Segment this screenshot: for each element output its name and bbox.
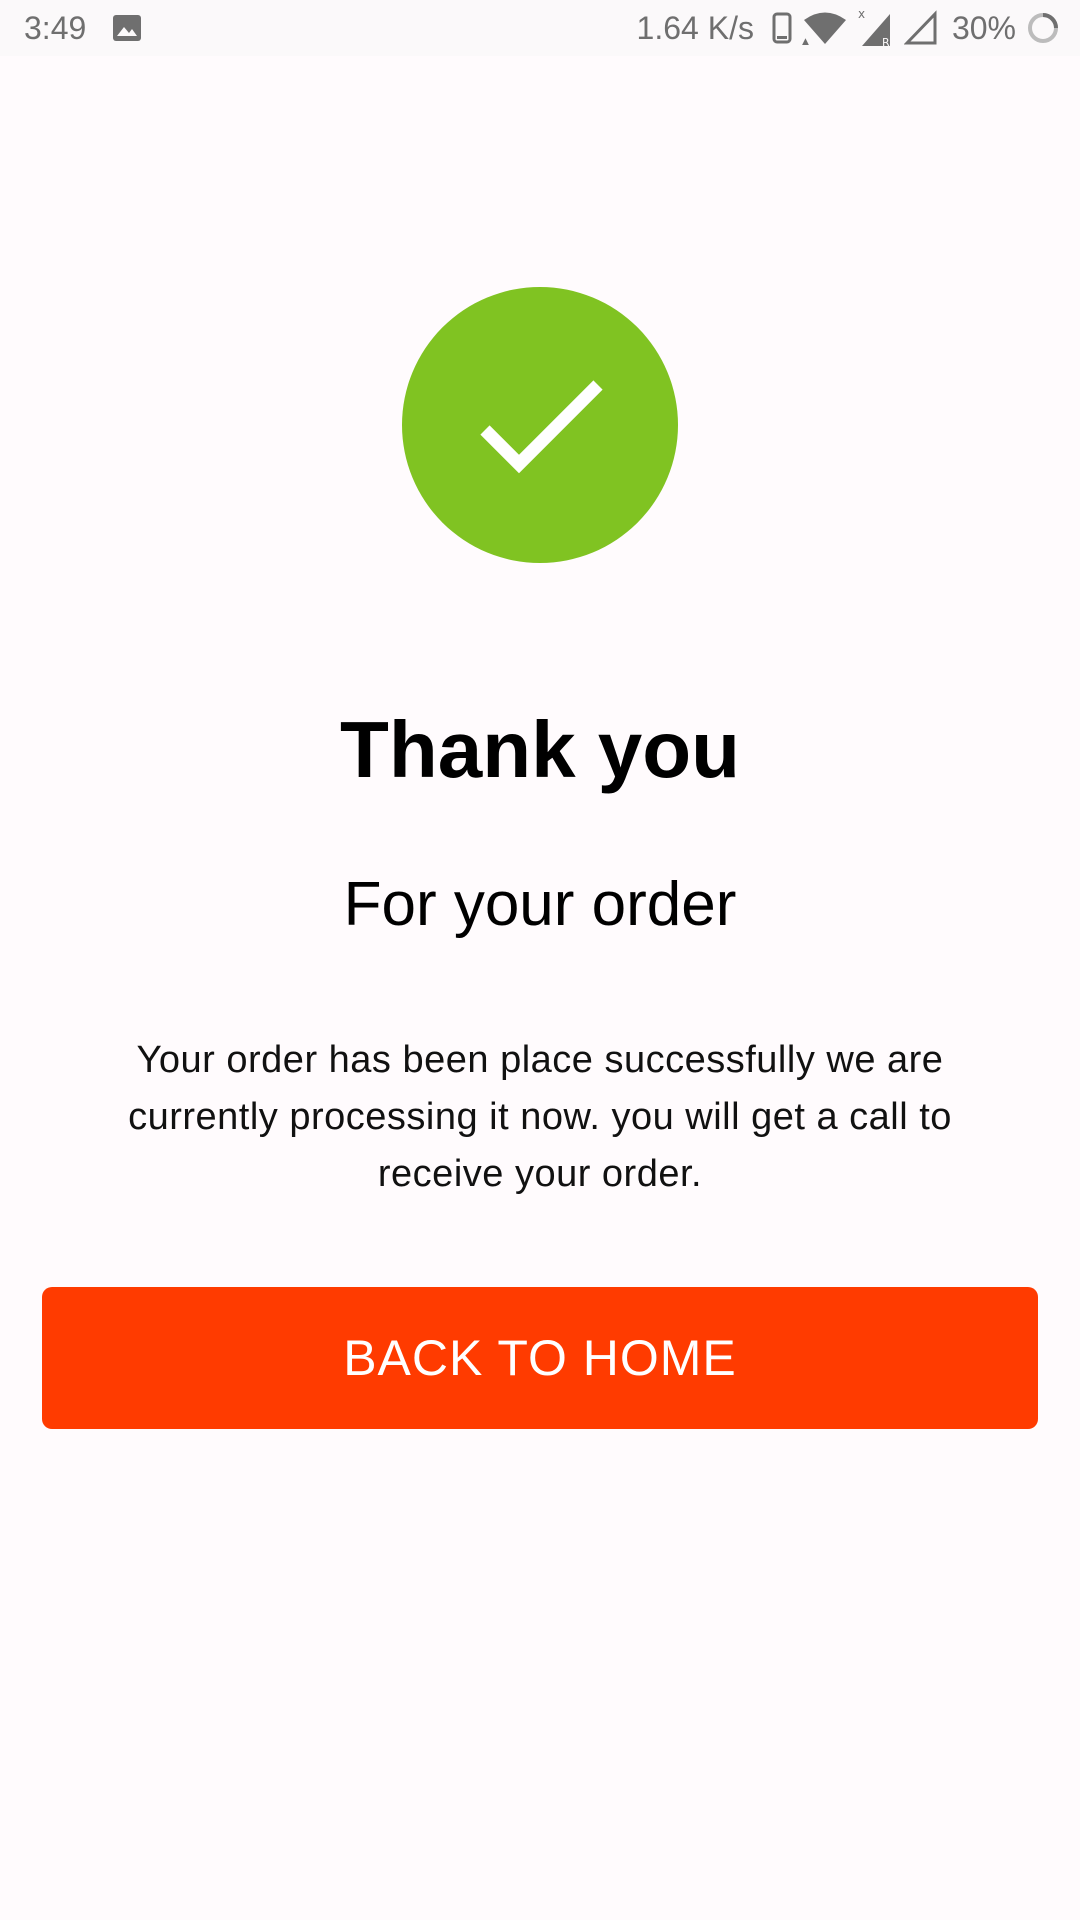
page-title: Thank you [339,705,741,794]
battery-percent: 30% [951,10,1016,46]
confirmation-message: Your order has been place successfully w… [128,1039,952,1195]
status-icons: 1.64 K/s ▲ x R 30% [637,6,1060,50]
battery-loading-icon [1028,13,1058,43]
svg-text:R: R [882,36,890,48]
check-circle-icon [402,287,678,563]
order-success-screen: 3:49 1.64 K/s ▲ x R 30% Thank you For yo… [0,0,1080,1920]
svg-text:▲: ▲ [802,37,809,45]
status-time: 3:49 [24,10,87,46]
wifi-icon: ▲ [802,12,846,45]
svg-text:x: x [858,8,865,21]
phone-icon [772,12,792,44]
status-bar: 3:49 1.64 K/s ▲ x R 30% [0,0,1080,56]
network-speed: 1.64 K/s [636,10,754,46]
checkmark-icon [480,380,603,474]
gallery-icon [113,15,141,41]
signal-icon: x R [858,8,890,48]
back-to-home-button[interactable]: BACK TO HOME [42,1287,1038,1429]
signal-empty-icon [903,10,937,45]
page-subtitle: For your order [343,870,737,939]
